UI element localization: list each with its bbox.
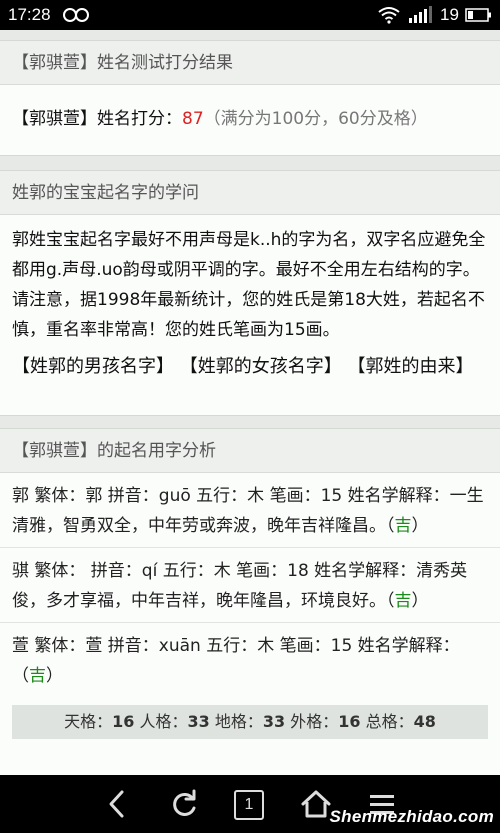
character-analysis-title: 【郭骐萱】的起名用字分析	[0, 429, 500, 473]
status-bar: 17:28 19	[0, 0, 500, 30]
char-analysis-item: 郭 繁体：郭 拼音：guō 五行：木 笔画：15 姓名学解释：一生清雅，智勇双全…	[0, 473, 500, 548]
browser-nav-bar: 1 Shenmezhidao.com	[0, 775, 500, 833]
battery-icon	[465, 8, 491, 22]
verdict-badge: 吉	[394, 591, 412, 611]
char-analysis-item: 骐 繁体： 拼音：qí 五行：木 笔画：18 姓名学解释：清秀英俊，多才享福，中…	[0, 548, 500, 623]
character-analysis-card: 【郭骐萱】的起名用字分析 郭 繁体：郭 拼音：guō 五行：木 笔画：15 姓名…	[0, 428, 500, 775]
related-links: 【姓郭的男孩名字】 【姓郭的女孩名字】 【郭姓的由来】	[12, 351, 488, 383]
link-girl-names[interactable]: 【姓郭的女孩名字】	[180, 356, 342, 377]
page-content[interactable]: 【郭骐萱】姓名测试打分结果 【郭骐萱】姓名打分：87（满分为100分，60分及格…	[0, 30, 500, 775]
battery-level: 19	[440, 5, 459, 24]
tabs-icon[interactable]: 1	[234, 790, 264, 820]
score-card-title: 【郭骐萱】姓名测试打分结果	[0, 41, 500, 85]
verdict-badge: 吉	[394, 516, 412, 536]
signal-icon	[409, 6, 432, 23]
status-time: 17:28	[8, 5, 51, 24]
score-note: （满分为100分，60分及格）	[203, 109, 428, 129]
naming-knowledge-card: 姓郭的宝宝起名字的学问 郭姓宝宝起名字最好不用声母是k..h的字为名，双字名应避…	[0, 170, 500, 416]
verdict-badge: 吉	[29, 666, 46, 686]
back-icon[interactable]	[100, 787, 136, 821]
refresh-icon[interactable]	[166, 787, 202, 821]
score-line: 【郭骐萱】姓名打分：87（满分为100分，60分及格）	[0, 85, 500, 134]
wifi-icon	[378, 7, 400, 24]
five-grid-summary: 天格：16 人格：33 地格：33 外格：16 总格：48	[12, 705, 488, 739]
score-label: 【郭骐萱】姓名打分：	[12, 109, 182, 129]
link-boy-names[interactable]: 【姓郭的男孩名字】	[12, 356, 174, 377]
sync-loop-icon	[63, 8, 89, 22]
watermark: Shenmezhidao.com	[329, 807, 494, 826]
link-surname-origin[interactable]: 【郭姓的由来】	[347, 356, 473, 377]
naming-knowledge-title: 姓郭的宝宝起名字的学问	[0, 171, 500, 215]
char-analysis-item: 萱 繁体：萱 拼音：xuān 五行：木 笔画：15 姓名学解释：（吉）	[12, 636, 460, 686]
score-value: 87	[182, 109, 204, 129]
score-card: 【郭骐萱】姓名测试打分结果 【郭骐萱】姓名打分：87（满分为100分，60分及格…	[0, 40, 500, 156]
naming-knowledge-text: 郭姓宝宝起名字最好不用声母是k..h的字为名，双字名应避免全都用g.声母.uo韵…	[12, 230, 486, 340]
